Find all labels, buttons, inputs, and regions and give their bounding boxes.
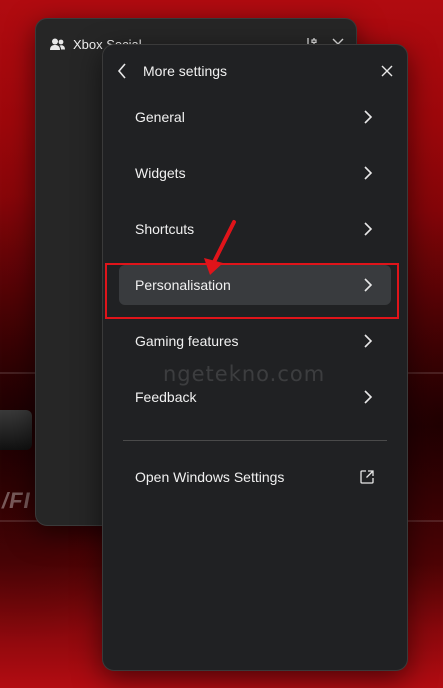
menu-item-shortcuts[interactable]: Shortcuts — [119, 209, 391, 249]
close-button[interactable] — [381, 65, 393, 77]
red-arrow-annotation — [196, 218, 240, 278]
menu-item-widgets[interactable]: Widgets — [119, 153, 391, 193]
chevron-right-icon — [361, 166, 375, 180]
more-settings-panel: More settings General Widgets Shortcuts — [102, 44, 408, 671]
menu-item-label: Shortcuts — [135, 221, 195, 237]
background-car-badge — [0, 410, 32, 450]
open-windows-settings-label: Open Windows Settings — [135, 469, 285, 485]
menu-item-label: Gaming features — [135, 333, 239, 349]
chevron-right-icon — [361, 110, 375, 124]
more-settings-header: More settings — [117, 59, 393, 83]
menu-item-label: Feedback — [135, 389, 197, 405]
open-windows-settings-link[interactable]: Open Windows Settings — [119, 457, 391, 497]
menu-item-label: General — [135, 109, 185, 125]
more-settings-title: More settings — [143, 63, 228, 79]
background-car-decal: /FI — [2, 488, 31, 513]
menu-item-gaming-features[interactable]: Gaming features — [119, 321, 391, 361]
close-icon — [381, 65, 393, 77]
chevron-left-icon — [117, 63, 127, 79]
chevron-right-icon — [361, 390, 375, 404]
back-button[interactable] — [117, 63, 127, 79]
chevron-right-icon — [361, 222, 375, 236]
watermark: ngetekno.com — [163, 362, 326, 386]
chevron-right-icon — [361, 334, 375, 348]
menu-divider — [123, 440, 387, 441]
open-external-icon — [359, 469, 375, 485]
highlight-annotation-box — [105, 263, 399, 319]
people-icon — [50, 38, 65, 51]
menu-item-general[interactable]: General — [119, 97, 391, 137]
menu-item-label: Widgets — [135, 165, 186, 181]
